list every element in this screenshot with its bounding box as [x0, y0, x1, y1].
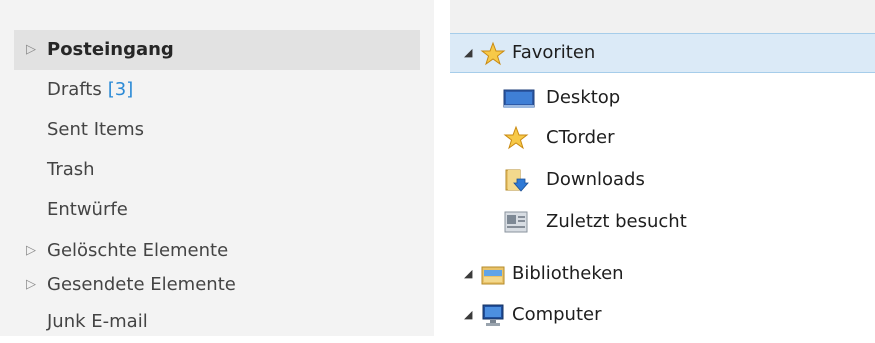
nav-item-label: Downloads [546, 169, 645, 190]
folder-label: Junk E-mail [47, 311, 148, 332]
libraries-icon [480, 261, 506, 287]
folder-label: Trash [47, 159, 95, 180]
nav-item-desktop[interactable]: Desktop [450, 78, 875, 118]
nav-item-label: Favoriten [512, 42, 596, 63]
expand-arrow-icon[interactable]: ▷ [26, 30, 36, 70]
nav-item-label: Computer [512, 304, 602, 325]
folder-label: Gelöschte Elemente [47, 240, 229, 261]
desktop-icon [503, 85, 535, 111]
folder-item-drafts[interactable]: Drafts [3] [14, 70, 420, 110]
collapse-triangle-icon[interactable]: ◢ [464, 34, 472, 72]
folder-item-trash[interactable]: Trash [14, 150, 420, 190]
star-icon [503, 125, 529, 151]
mail-folder-list: ▷ Posteingang Drafts [3] Sent Items Trash… [14, 30, 420, 342]
explorer-navigation-pane: ◢ Favoriten Desktop CTorder Downloads Zu… [450, 0, 875, 336]
nav-item-label: CTorder [546, 127, 615, 148]
star-icon [480, 41, 506, 67]
nav-item-ctorder[interactable]: CTorder [450, 118, 875, 158]
nav-item-zuletzt-besucht[interactable]: Zuletzt besucht [450, 202, 875, 242]
nav-item-computer[interactable]: ◢ Computer [450, 295, 875, 335]
unread-count-badge: [3] [107, 79, 134, 100]
pane-divider [434, 0, 450, 336]
nav-item-label: Desktop [546, 87, 621, 108]
collapse-triangle-icon[interactable]: ◢ [464, 295, 472, 335]
folder-label: Posteingang [47, 39, 174, 60]
folder-item-entwuerfe[interactable]: Entwürfe [14, 190, 420, 230]
computer-icon [480, 302, 506, 328]
folder-label: Drafts [47, 79, 102, 100]
folder-item-posteingang[interactable]: ▷ Posteingang [14, 30, 420, 70]
folder-item-gesendete-elemente[interactable]: ▷ Gesendete Elemente [14, 268, 420, 302]
folder-label: Sent Items [47, 119, 145, 140]
expand-arrow-icon[interactable]: ▷ [26, 234, 36, 268]
folder-item-sent-items[interactable]: Sent Items [14, 110, 420, 150]
nav-pane-header-strip [450, 0, 875, 33]
folder-label: Gesendete Elemente [47, 274, 236, 295]
folder-label: Entwürfe [47, 199, 128, 220]
recent-places-icon [503, 209, 529, 235]
nav-item-label: Zuletzt besucht [546, 211, 687, 232]
folder-item-junk-e-mail[interactable]: Junk E-mail [14, 302, 420, 342]
collapse-triangle-icon[interactable]: ◢ [464, 254, 472, 294]
mail-folder-pane: ▷ Posteingang Drafts [3] Sent Items Trash… [0, 0, 434, 336]
download-folder-icon [503, 167, 529, 193]
expand-arrow-icon[interactable]: ▷ [26, 268, 36, 302]
nav-item-bibliotheken[interactable]: ◢ Bibliotheken [450, 254, 875, 294]
folder-item-geloeschte-elemente[interactable]: ▷ Gelöschte Elemente [14, 234, 420, 268]
nav-item-label: Bibliotheken [512, 263, 624, 284]
nav-item-favoriten[interactable]: ◢ Favoriten [450, 33, 875, 73]
nav-item-downloads[interactable]: Downloads [450, 160, 875, 200]
